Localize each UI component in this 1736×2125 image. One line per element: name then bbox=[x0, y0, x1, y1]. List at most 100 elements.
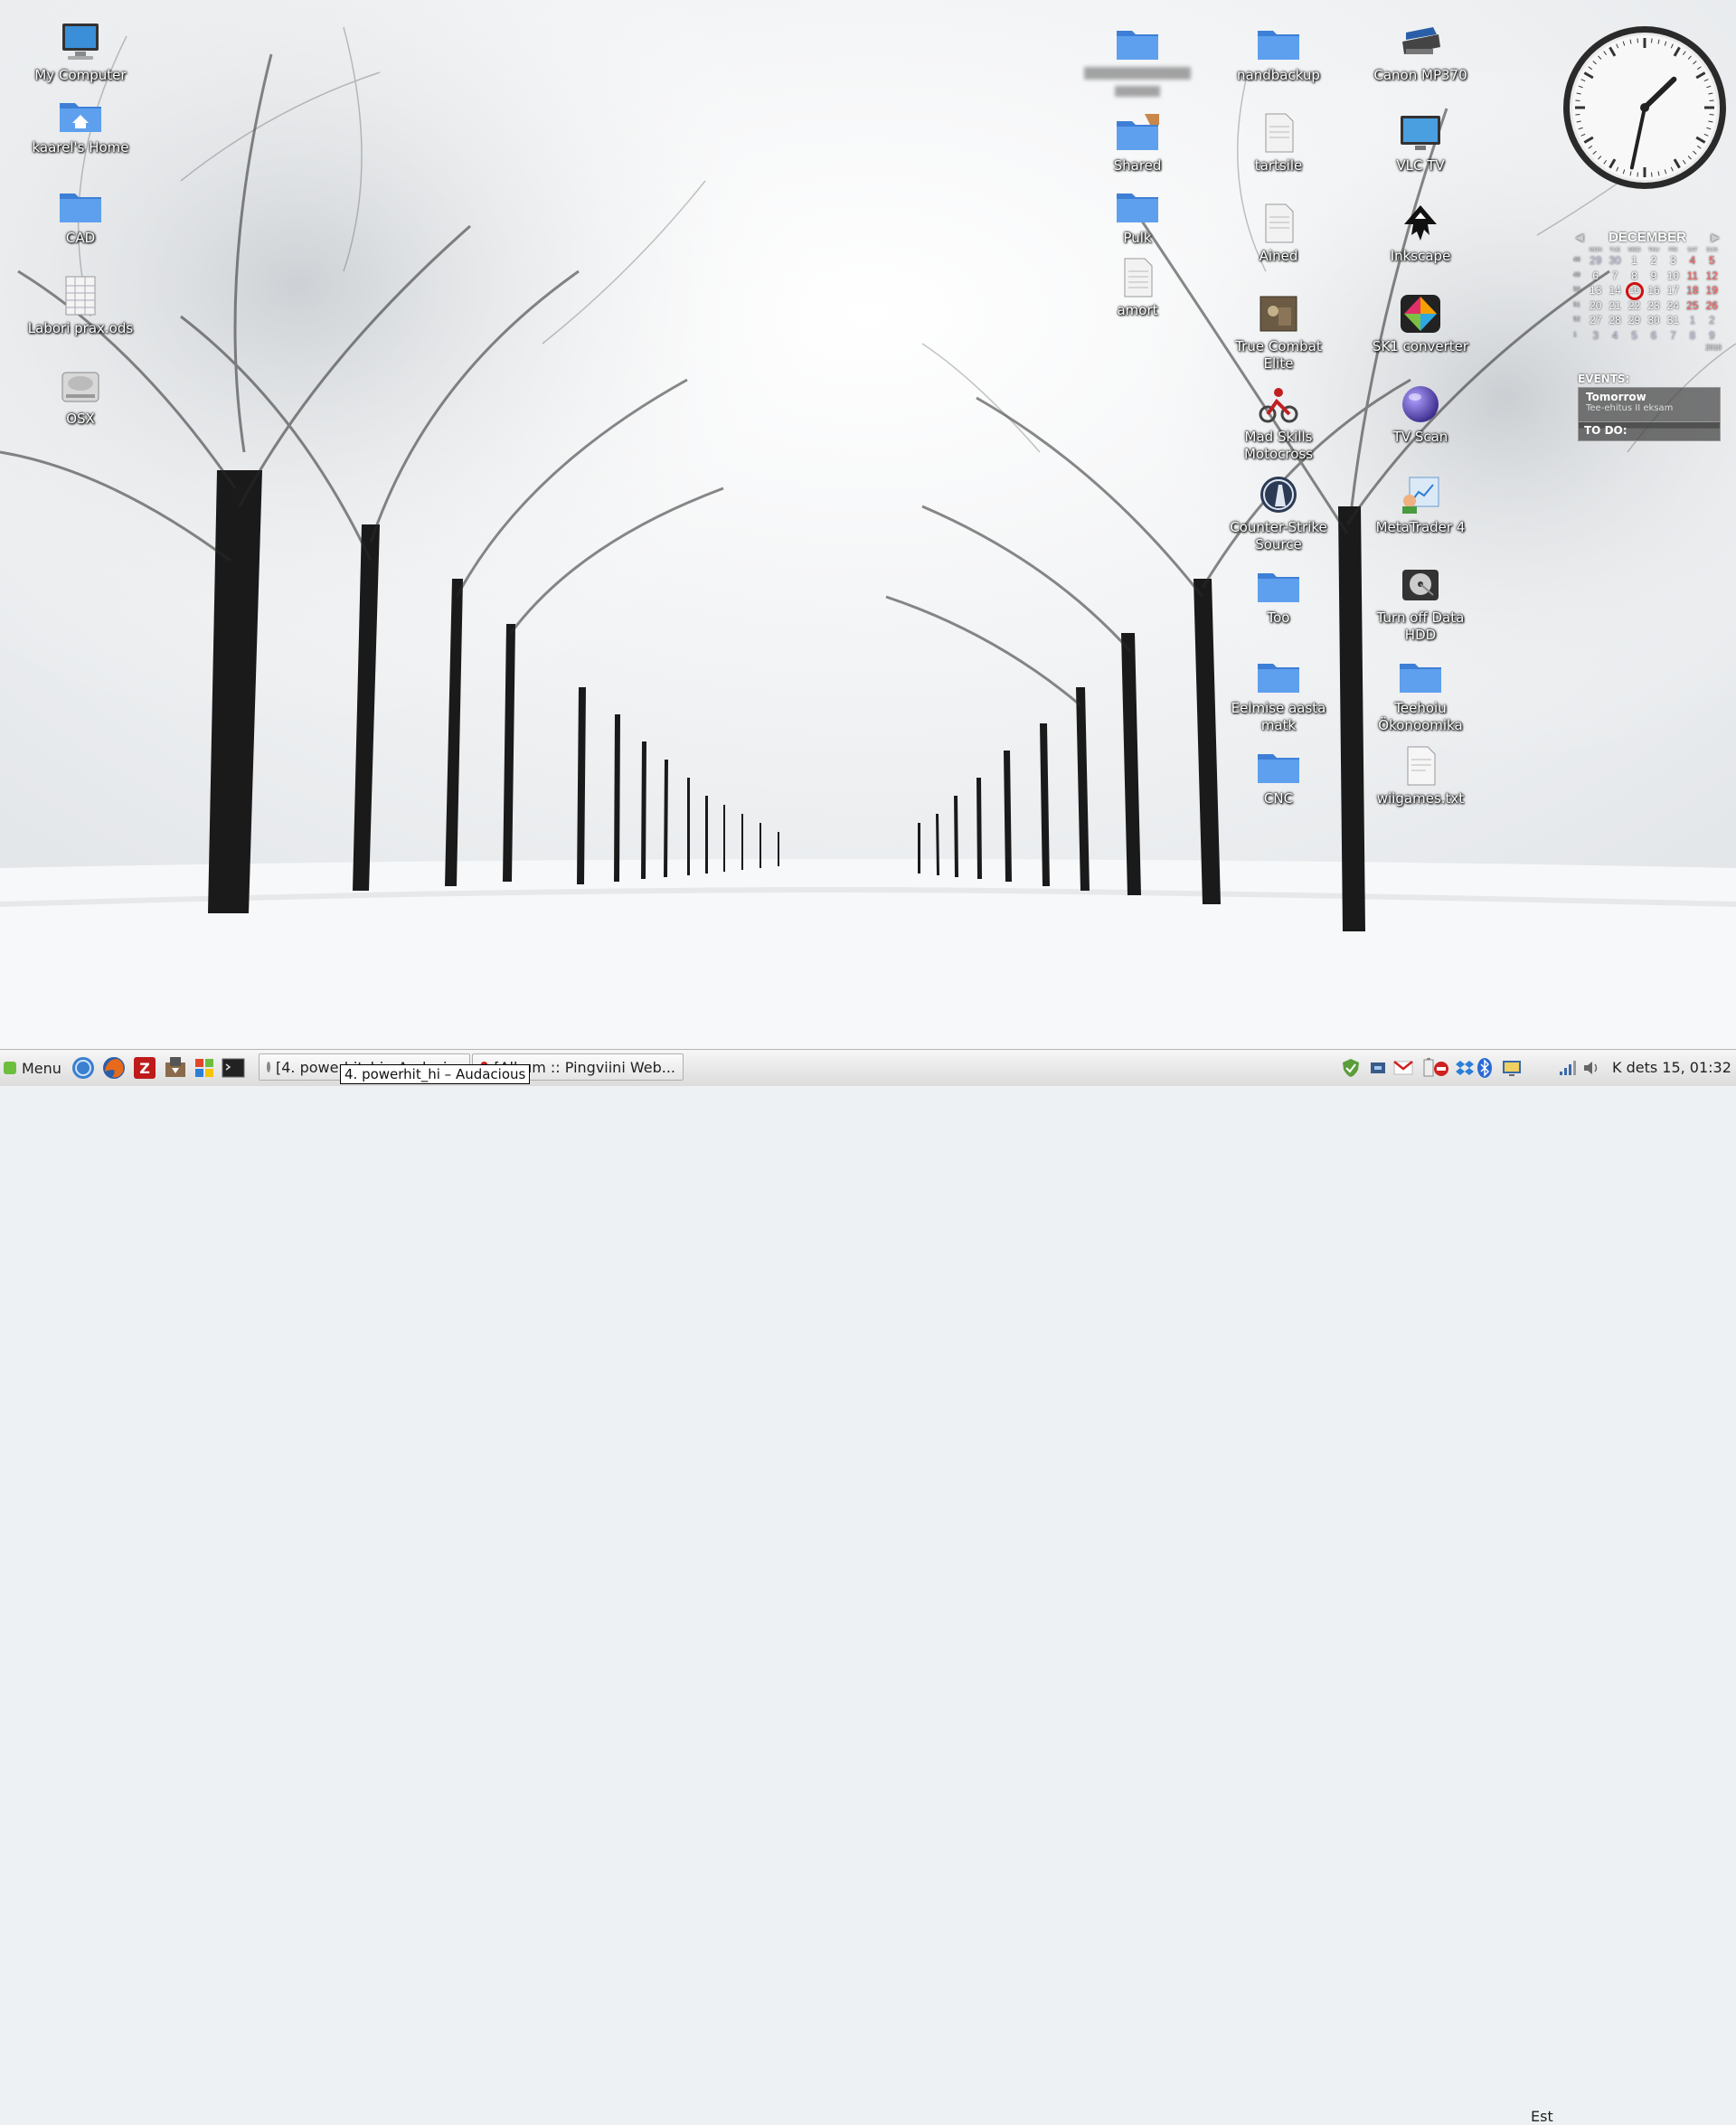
calendar-day[interactable]: 2 bbox=[1703, 313, 1722, 328]
gmail-icon[interactable] bbox=[1392, 1057, 1414, 1079]
calendar-day[interactable]: 5 bbox=[1625, 328, 1644, 344]
desktop-icon-osx[interactable]: OSX bbox=[22, 365, 139, 428]
calendar-day[interactable]: 27 bbox=[1586, 313, 1605, 328]
calendar-day[interactable]: 6 bbox=[1644, 328, 1663, 344]
desktop-icon-amort[interactable]: amort bbox=[1079, 257, 1196, 319]
calendar-grid: 48 29 30 1 2 3 4 5 49 6 7 8 9 10 11 12 50 13 14 15 16 17 18 19 5… bbox=[1573, 253, 1722, 343]
desktop-icon-tartsile[interactable]: tartsile bbox=[1220, 112, 1337, 175]
desktop-icon-metatrader-4[interactable]: MetaTrader 4 bbox=[1362, 474, 1479, 536]
tv-icon bbox=[1397, 112, 1444, 154]
clock-datetime[interactable]: K dets 15, 01:32 bbox=[1612, 1059, 1731, 1076]
calendar-day[interactable]: 29 bbox=[1625, 313, 1644, 328]
calendar-day[interactable]: 25 bbox=[1683, 298, 1702, 314]
folder-icon bbox=[1255, 22, 1302, 63]
calendar-day[interactable]: 3 bbox=[1664, 253, 1683, 269]
calendar-day[interactable]: 12 bbox=[1703, 269, 1722, 284]
clock-minute-tick bbox=[1709, 99, 1714, 101]
blocked-icon[interactable] bbox=[1430, 1057, 1452, 1079]
desktop-icon-nandbackup[interactable]: nandbackup bbox=[1220, 22, 1337, 84]
next-month-arrow-icon[interactable]: ▶ bbox=[1709, 231, 1722, 243]
desktop-icon-my-computer[interactable]: My Computer bbox=[22, 22, 139, 84]
calendar-day[interactable]: 31 bbox=[1664, 313, 1683, 328]
todo-header[interactable]: TO DO: bbox=[1578, 421, 1721, 441]
calendar-day[interactable]: 29 bbox=[1586, 253, 1605, 269]
calendar-day[interactable]: 9 bbox=[1644, 269, 1663, 284]
calendar-day[interactable]: 4 bbox=[1605, 328, 1624, 344]
desktop-icon-mad-skills-motocross[interactable]: Mad Skills Motocross bbox=[1220, 383, 1337, 463]
desktop-icon-shared[interactable]: Shared bbox=[1079, 112, 1196, 175]
calendar-day[interactable]: 2 bbox=[1644, 253, 1663, 269]
calendar-day[interactable]: 22 bbox=[1625, 298, 1644, 314]
calendar-day[interactable]: 5 bbox=[1703, 253, 1722, 269]
week-number: 1 bbox=[1573, 331, 1577, 338]
calendar-week-row: 1 3456789 bbox=[1573, 328, 1722, 344]
bluetooth-icon[interactable] bbox=[1474, 1057, 1495, 1079]
installer-icon[interactable] bbox=[163, 1055, 188, 1081]
calendar-day[interactable]: 23 bbox=[1644, 298, 1663, 314]
signal-strength-icon[interactable] bbox=[1557, 1057, 1579, 1079]
calendar-day[interactable]: 11 bbox=[1683, 269, 1702, 284]
volume-icon[interactable] bbox=[1580, 1057, 1602, 1079]
desktop-icon-true-combat-elite[interactable]: True Combat Elite bbox=[1220, 293, 1337, 373]
counter-strike-icon bbox=[1255, 474, 1302, 515]
calendar-day[interactable]: 8 bbox=[1625, 269, 1644, 284]
calendar-day[interactable]: 9 bbox=[1703, 328, 1722, 344]
week-number: 49 bbox=[1573, 271, 1580, 279]
calendar-day[interactable]: 28 bbox=[1605, 313, 1624, 328]
calendar-day[interactable]: 1 bbox=[1683, 313, 1702, 328]
calendar-day[interactable]: 1 bbox=[1625, 253, 1644, 269]
desktop-icon-cad[interactable]: CAD bbox=[22, 184, 139, 247]
desktop-icon-wiigames[interactable]: wiigames.txt bbox=[1362, 745, 1479, 808]
filezilla-icon[interactable]: Z bbox=[132, 1055, 157, 1081]
event-day: Tomorrow bbox=[1586, 391, 1646, 403]
keyboard-layout-indicator[interactable]: Est bbox=[1531, 2108, 1553, 2125]
calendar-day[interactable]: 24 bbox=[1664, 298, 1683, 314]
display-icon[interactable] bbox=[1501, 1057, 1523, 1079]
calendar-day[interactable]: 7 bbox=[1605, 269, 1624, 284]
calendar-day[interactable]: 10 bbox=[1664, 269, 1683, 284]
calendar-day[interactable]: 4 bbox=[1683, 253, 1702, 269]
calendar-day[interactable]: 30 bbox=[1605, 253, 1624, 269]
desktop-icon-pulk[interactable]: Pulk bbox=[1079, 184, 1196, 247]
desktop-icon-labori-prax[interactable]: Labori prax.ods bbox=[22, 275, 139, 337]
desktop-icon-sk1-converter[interactable]: SK1 converter bbox=[1362, 293, 1479, 355]
desktop-icon-cnc[interactable]: CNC bbox=[1220, 745, 1337, 808]
calendar-day[interactable]: 20 bbox=[1586, 298, 1605, 314]
desktop-icon-tv-scan[interactable]: TV Scan bbox=[1362, 383, 1479, 446]
calendar-day[interactable]: 6 bbox=[1586, 269, 1605, 284]
calendar-day[interactable]: 30 bbox=[1644, 313, 1663, 328]
analog-clock-widget[interactable] bbox=[1561, 24, 1729, 192]
network-icon[interactable] bbox=[1367, 1057, 1389, 1079]
desktop-icon-home[interactable]: kaarel's Home bbox=[22, 94, 139, 156]
icon-label: Inkscape bbox=[1390, 248, 1451, 264]
desktop-icon-blurred-folder[interactable] bbox=[1079, 22, 1196, 101]
dropbox-icon[interactable] bbox=[1454, 1057, 1476, 1079]
desktop-icon-counter-strike[interactable]: Counter-Strike Source bbox=[1220, 474, 1337, 553]
desktop-icon-too[interactable]: Too bbox=[1220, 564, 1337, 627]
desktop-icon-canon-mp370[interactable]: Canon MP370 bbox=[1362, 22, 1479, 84]
internet-icon[interactable] bbox=[71, 1055, 96, 1081]
desktop-icon-eelmise-aasta-matk[interactable]: Eelmise aasta matk bbox=[1220, 655, 1337, 734]
calendar-day[interactable]: 26 bbox=[1703, 298, 1722, 314]
desktop-icon-inkscape[interactable]: Inkscape bbox=[1362, 203, 1479, 265]
desktop-icon-turn-off-data-hdd[interactable]: Turn off Data HDD bbox=[1362, 564, 1479, 644]
windows-icon[interactable] bbox=[192, 1055, 217, 1081]
desktop-icon-teehoiu-okonoomika[interactable]: Teehoiu Ökonoomika bbox=[1362, 655, 1479, 734]
desktop-icon-vlc-tv[interactable]: VLC TV bbox=[1362, 112, 1479, 175]
taskbar-tooltip: 4. powerhit_hi – Audacious bbox=[340, 1064, 531, 1084]
motocross-icon bbox=[1255, 383, 1302, 425]
firefox-icon[interactable] bbox=[101, 1055, 127, 1081]
calendar-day[interactable]: 3 bbox=[1586, 328, 1605, 344]
shield-check-icon[interactable] bbox=[1340, 1057, 1362, 1079]
calendar-day[interactable]: 21 bbox=[1605, 298, 1624, 314]
icon-label: Pulk bbox=[1123, 230, 1152, 246]
icon-label: Eelmise aasta matk bbox=[1231, 700, 1326, 733]
calendar-day[interactable]: 7 bbox=[1664, 328, 1683, 344]
terminal-icon[interactable] bbox=[221, 1055, 246, 1081]
calendar-day[interactable]: 8 bbox=[1683, 328, 1702, 344]
prev-month-arrow-icon[interactable]: ◀ bbox=[1573, 231, 1586, 243]
desktop-icon-ained[interactable]: Ained bbox=[1220, 203, 1337, 265]
game-icon bbox=[1255, 293, 1302, 335]
clock-minute-tick bbox=[1651, 172, 1653, 177]
menu-button[interactable]: Menu bbox=[4, 1057, 61, 1079]
